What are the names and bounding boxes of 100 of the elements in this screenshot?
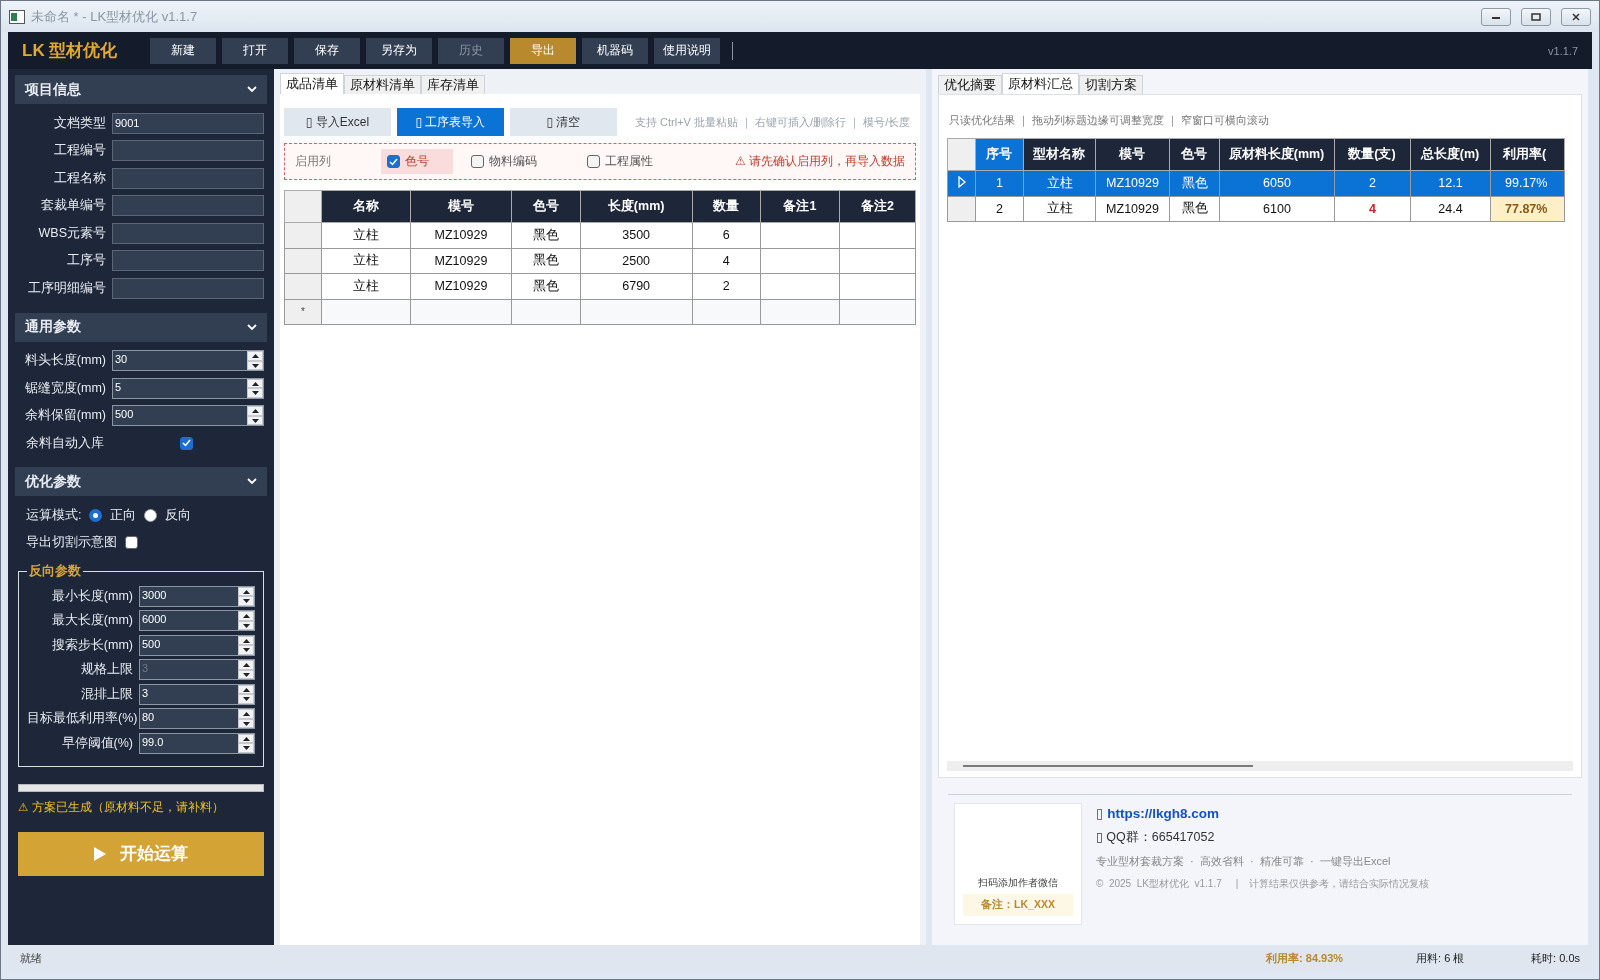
text-field[interactable] (112, 167, 264, 189)
spin-down-button[interactable] (247, 360, 263, 371)
up-arrow-icon (242, 589, 250, 594)
radio-button[interactable] (144, 508, 158, 522)
checkbox[interactable] (180, 436, 193, 450)
spin-down-button[interactable] (238, 620, 254, 631)
tab[interactable]: 成品清单 (280, 73, 344, 94)
table-cell: 立柱 (1023, 196, 1096, 222)
minimize-button[interactable] (1481, 7, 1511, 26)
action-button[interactable]: ▯ 工序表导入 (397, 108, 504, 136)
tab[interactable]: 切割方案 (1079, 75, 1143, 94)
column-header[interactable]: 色号 (511, 190, 581, 223)
radio-button[interactable] (89, 508, 103, 522)
checkbox[interactable] (125, 535, 138, 549)
up-arrow-icon (242, 736, 250, 741)
action-button[interactable]: ▯ 导入Excel (284, 108, 391, 136)
section-header[interactable]: 项目信息 (15, 75, 267, 104)
section-header[interactable]: 通用参数 (15, 312, 267, 342)
maximize-button[interactable] (1521, 7, 1551, 26)
chevron-icon[interactable] (247, 323, 257, 331)
number-field[interactable]: 5 (112, 377, 264, 399)
column-header[interactable]: 利用率( (1490, 138, 1565, 171)
chevron-icon[interactable] (247, 478, 257, 485)
column-header[interactable]: 数量(支) (1334, 138, 1411, 171)
spin-down-button[interactable] (238, 743, 254, 753)
toolbar-button[interactable]: 保存 (294, 37, 360, 64)
column-header[interactable]: 备注2 (839, 190, 916, 223)
table-row[interactable]: 1 立柱 MZ10929 黑色 6050 2 12.1 99.17% (947, 170, 1565, 196)
spin-up-button[interactable] (238, 709, 254, 719)
chevron-icon[interactable] (247, 86, 257, 93)
table-cell: 3500 (580, 222, 692, 248)
column-header[interactable]: 名称 (321, 190, 411, 223)
toolbar-button[interactable]: 打开 (222, 37, 288, 64)
checkbox[interactable] (471, 155, 484, 168)
website-link[interactable]: ▯ https://lkgh8.com (1096, 805, 1430, 821)
options-label: 启用列 (295, 153, 332, 170)
toolbar-button[interactable]: 新建 (150, 37, 216, 64)
table-cell: MZ10929 (410, 248, 512, 274)
horizontal-scrollbar[interactable] (947, 761, 1573, 771)
column-header[interactable]: 备注1 (760, 190, 840, 223)
table-cell: 立柱 (321, 273, 411, 299)
tab[interactable]: 原材料清单 (344, 75, 421, 94)
tab[interactable]: 库存清单 (421, 75, 485, 94)
checkbox-label: 余料自动入库 (26, 434, 104, 452)
text-field[interactable] (112, 250, 264, 272)
checkbox[interactable] (387, 155, 400, 168)
spin-up-button[interactable] (238, 733, 254, 744)
up-arrow-icon (242, 638, 250, 643)
spin-down-button[interactable] (238, 645, 254, 655)
section-title: 项目信息 (25, 80, 81, 99)
table-row[interactable]: 2 立柱 MZ10929 黑色 6100 4 24.4 77.87% (947, 196, 1565, 222)
number-field[interactable]: 80 (139, 708, 255, 730)
spin-down-button[interactable] (247, 388, 263, 398)
column-header[interactable]: 总长度(m) (1410, 138, 1491, 171)
number-field[interactable]: 500 (112, 405, 264, 427)
table-cell: MZ10929 (410, 222, 512, 248)
column-header[interactable]: 模号 (410, 190, 512, 223)
spin-down-button[interactable] (238, 596, 254, 606)
section-title: 通用参数 (25, 318, 81, 336)
spin-down-button[interactable] (238, 718, 254, 729)
spin-down-button[interactable] (238, 694, 254, 704)
group-title: 反向参数 (28, 563, 82, 580)
maximize-icon (1531, 12, 1541, 21)
spin-up-button[interactable] (238, 684, 254, 695)
number-field[interactable]: 99.0 (139, 732, 255, 754)
spin-down-button[interactable] (247, 415, 263, 426)
toolbar-button[interactable]: 另存为 (366, 37, 432, 64)
column-header[interactable]: 数量 (692, 190, 761, 223)
text-field[interactable] (112, 222, 264, 244)
column-header[interactable]: 原材料长度(mm) (1219, 138, 1335, 171)
spin-up-button[interactable] (247, 406, 263, 416)
table-cell: MZ10929 (1095, 196, 1170, 222)
number-field[interactable]: 3 (139, 683, 255, 705)
spin-up-button[interactable] (238, 586, 254, 597)
toolbar-button[interactable]: 机器码 (582, 37, 648, 64)
spin-up-button[interactable] (238, 611, 254, 621)
spin-up-button[interactable] (238, 635, 254, 646)
column-header[interactable]: 模号 (1095, 138, 1170, 171)
text-field[interactable] (112, 195, 264, 217)
text-field[interactable] (112, 277, 264, 299)
checkbox[interactable] (587, 155, 600, 168)
column-header[interactable]: 色号 (1169, 138, 1220, 171)
section-header[interactable]: 优化参数 (15, 467, 267, 496)
column-header[interactable]: 序号 (975, 138, 1024, 171)
number-field[interactable]: 30 (112, 350, 264, 372)
toolbar-button[interactable]: 使用说明 (654, 37, 720, 64)
number-field[interactable]: 3000 (139, 585, 255, 607)
close-button[interactable] (1561, 7, 1591, 26)
action-button[interactable]: ▯ 清空 (510, 108, 617, 136)
close-icon (1571, 12, 1581, 21)
text-field[interactable] (112, 140, 264, 162)
number-field[interactable]: 6000 (139, 610, 255, 632)
text-field[interactable]: 9001 (112, 112, 264, 134)
number-field[interactable]: 500 (139, 634, 255, 656)
tab[interactable]: 优化摘要 (938, 75, 1002, 94)
spin-up-button[interactable] (247, 351, 263, 361)
column-header[interactable]: 长度(mm) (580, 190, 692, 223)
spin-up-button[interactable] (247, 378, 263, 389)
tab[interactable]: 原材料汇总 (1002, 73, 1079, 94)
column-header[interactable]: 型材名称 (1023, 138, 1096, 171)
